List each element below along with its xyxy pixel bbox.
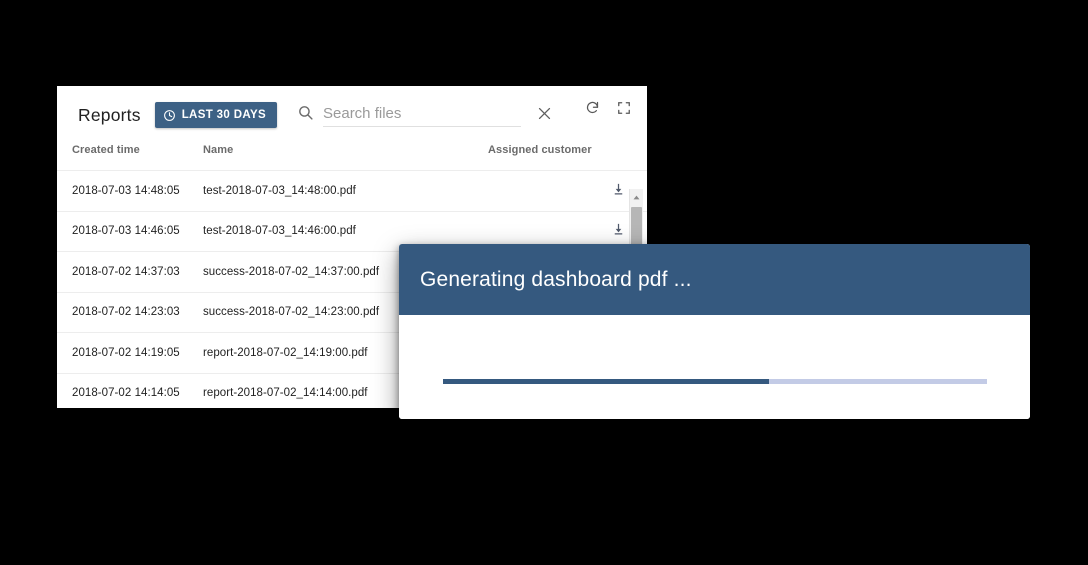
scroll-up-icon[interactable] (630, 189, 643, 205)
refresh-icon (585, 100, 600, 118)
fullscreen-button[interactable] (617, 101, 631, 118)
refresh-button[interactable] (585, 100, 600, 118)
download-button[interactable] (611, 222, 626, 240)
progress-bar-track (443, 379, 987, 384)
download-icon (611, 222, 626, 240)
cell-created-time: 2018-07-02 14:37:03 (57, 251, 188, 293)
cell-name: test-2018-07-03_14:48:00.pdf (188, 170, 473, 212)
dialog-header: Generating dashboard pdf ... (399, 244, 1030, 315)
delete-button[interactable] (646, 182, 647, 200)
search-icon (297, 104, 314, 126)
dialog-body (399, 315, 1030, 419)
timewindow-button[interactable]: LAST 30 DAYS (154, 102, 277, 128)
clock-icon (163, 109, 176, 122)
cell-created-time: 2018-07-02 14:19:05 (57, 332, 188, 374)
column-header-assigned-customer[interactable]: Assigned customer (473, 144, 606, 171)
delete-icon (646, 222, 647, 240)
fullscreen-icon (617, 101, 631, 118)
cell-created-time: 2018-07-02 14:14:05 (57, 373, 188, 408)
page-title: Reports (78, 104, 141, 125)
toolbar-actions (585, 100, 631, 118)
column-header-created-time[interactable]: Created time (57, 144, 188, 171)
cell-created-time: 2018-07-02 14:23:03 (57, 292, 188, 333)
column-header-actions (606, 144, 647, 171)
table-header-row: Created time Name Assigned customer (57, 144, 647, 171)
dialog-title: Generating dashboard pdf ... (420, 267, 692, 291)
close-icon (536, 105, 553, 125)
timewindow-label: LAST 30 DAYS (181, 109, 266, 121)
download-icon (611, 182, 626, 200)
reports-toolbar: Reports LAST 30 DAYS (57, 86, 647, 144)
cell-assigned-customer (473, 170, 606, 212)
delete-button[interactable] (646, 222, 647, 240)
delete-icon (646, 182, 647, 200)
cell-created-time: 2018-07-03 14:46:05 (57, 211, 188, 252)
search-input[interactable] (323, 103, 521, 127)
cell-created-time: 2018-07-03 14:48:05 (57, 170, 188, 212)
progress-bar-fill (443, 379, 770, 384)
progress-dialog: Generating dashboard pdf ... (399, 244, 1030, 419)
table-row[interactable]: 2018-07-03 14:48:05 test-2018-07-03_14:48… (57, 170, 647, 212)
column-header-name[interactable]: Name (188, 144, 473, 171)
search-clear-button[interactable] (536, 105, 553, 125)
download-button[interactable] (611, 182, 626, 200)
